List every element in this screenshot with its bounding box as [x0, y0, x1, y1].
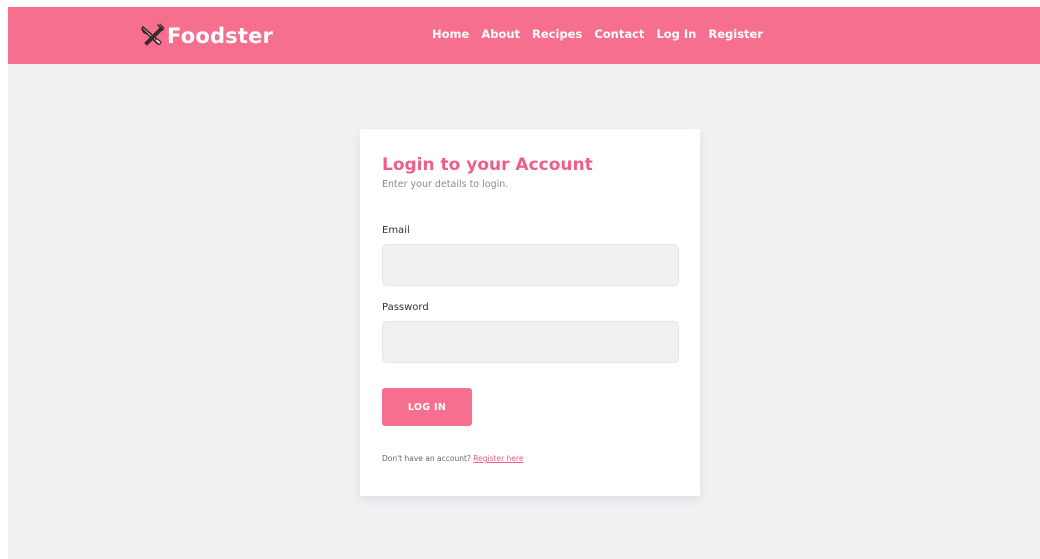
register-here-link[interactable]: Register here [473, 454, 523, 463]
email-label: Email [382, 225, 410, 236]
nav-link-register[interactable]: Register [708, 27, 763, 41]
page-frame: Foodster Home About Recipes Contact Log … [8, 7, 1040, 559]
nav-link-recipes[interactable]: Recipes [532, 27, 582, 41]
brand-logo-link[interactable]: Foodster [138, 21, 273, 51]
login-button[interactable]: LOG IN [382, 388, 472, 426]
register-prompt: Don't have an account? [382, 454, 471, 463]
nav-link-home[interactable]: Home [432, 27, 469, 41]
nav-link-contact[interactable]: Contact [594, 27, 644, 41]
register-prompt-line: Don't have an account? Register here [382, 454, 523, 463]
main-nav: Home About Recipes Contact Log In Regist… [432, 27, 763, 41]
password-label: Password [382, 302, 429, 313]
navbar: Foodster Home About Recipes Contact Log … [8, 7, 1040, 64]
email-input[interactable] [382, 244, 679, 286]
brand-name: Foodster [167, 24, 274, 48]
login-title: Login to your Account [382, 155, 593, 175]
login-card: Login to your Account Enter your details… [360, 129, 700, 496]
nav-link-about[interactable]: About [481, 27, 520, 41]
nav-link-login[interactable]: Log In [656, 27, 696, 41]
password-input[interactable] [382, 321, 679, 363]
login-subtitle: Enter your details to login. [382, 179, 509, 190]
utensils-icon [138, 22, 166, 50]
